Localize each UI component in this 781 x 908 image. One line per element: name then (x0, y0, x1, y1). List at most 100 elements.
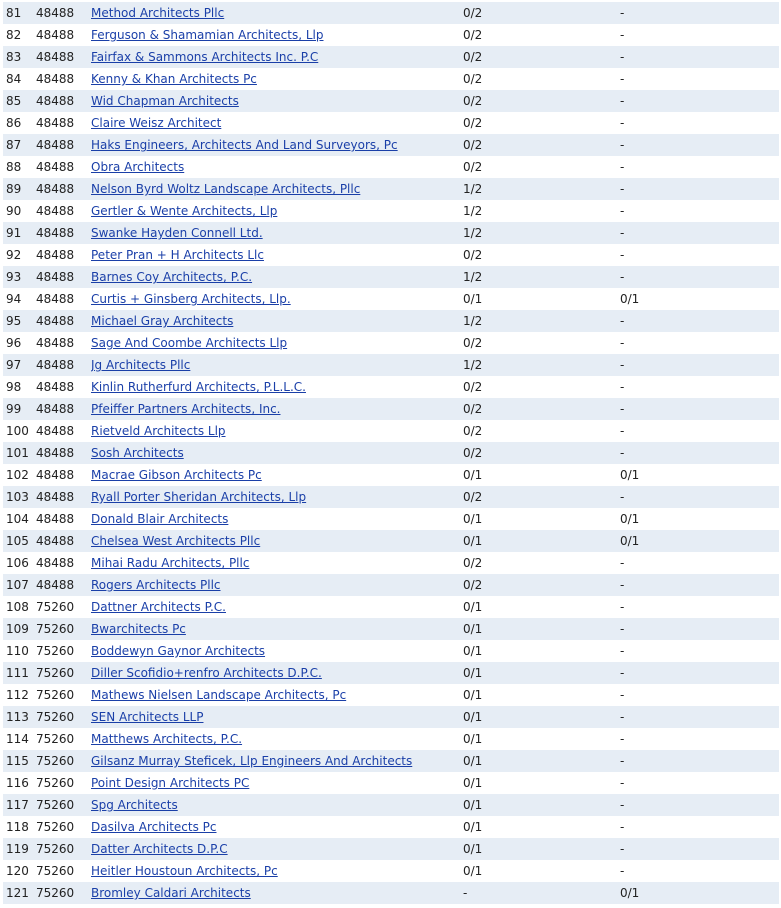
firm-name-link[interactable]: Claire Weisz Architect (91, 116, 221, 130)
row-value-b: - (620, 332, 779, 354)
firm-name-link[interactable]: Mathews Nielsen Landscape Architects, Pc (91, 688, 346, 702)
row-name-cell: Fairfax & Sammons Architects Inc. P.C (91, 46, 463, 68)
firm-name-link[interactable]: Point Design Architects PC (91, 776, 249, 790)
row-code: 48488 (36, 134, 91, 156)
row-code: 75260 (36, 882, 91, 904)
firm-name-link[interactable]: Michael Gray Architects (91, 314, 233, 328)
firm-name-link[interactable]: Ryall Porter Sheridan Architects, Llp (91, 490, 306, 504)
firm-name-link[interactable]: Spg Architects (91, 798, 178, 812)
firm-name-link[interactable]: Sage And Coombe Architects Llp (91, 336, 287, 350)
row-number: 102 (3, 464, 36, 486)
row-name-cell: Donald Blair Architects (91, 508, 463, 530)
row-number: 93 (3, 266, 36, 288)
firm-name-link[interactable]: Kenny & Khan Architects Pc (91, 72, 257, 86)
row-value-a: 0/2 (463, 134, 620, 156)
row-code: 48488 (36, 398, 91, 420)
row-value-a: 1/2 (463, 178, 620, 200)
row-number: 107 (3, 574, 36, 596)
firm-name-link[interactable]: Datter Architects D.P.C (91, 842, 228, 856)
firm-name-link[interactable]: Nelson Byrd Woltz Landscape Architects, … (91, 182, 360, 196)
firm-name-link[interactable]: Pfeiffer Partners Architects, Inc. (91, 402, 281, 416)
row-number: 110 (3, 640, 36, 662)
firm-name-link[interactable]: Haks Engineers, Architects And Land Surv… (91, 138, 398, 152)
firm-name-link[interactable]: Rietveld Architects Llp (91, 424, 226, 438)
firm-name-link[interactable]: Swanke Hayden Connell Ltd. (91, 226, 263, 240)
row-code: 48488 (36, 90, 91, 112)
table-row: 84 48488 Kenny & Khan Architects Pc 0/2 … (3, 68, 779, 90)
row-code: 75260 (36, 750, 91, 772)
row-value-a: 0/2 (463, 376, 620, 398)
row-name-cell: Curtis + Ginsberg Architects, Llp. (91, 288, 463, 310)
row-name-cell: Mathews Nielsen Landscape Architects, Pc (91, 684, 463, 706)
row-number: 104 (3, 508, 36, 530)
firm-name-link[interactable]: Method Architects Pllc (91, 6, 224, 20)
row-value-b: - (620, 112, 779, 134)
firm-name-link[interactable]: Chelsea West Architects Pllc (91, 534, 260, 548)
row-number: 81 (3, 2, 36, 24)
firm-name-link[interactable]: Wid Chapman Architects (91, 94, 239, 108)
row-value-a: 0/1 (463, 684, 620, 706)
table-row: 94 48488 Curtis + Ginsberg Architects, L… (3, 288, 779, 310)
firm-name-link[interactable]: Rogers Architects Pllc (91, 578, 221, 592)
table-row: 92 48488 Peter Pran + H Architects Llc 0… (3, 244, 779, 266)
row-value-b: 0/1 (620, 508, 779, 530)
row-number: 120 (3, 860, 36, 882)
firm-name-link[interactable]: Jg Architects Pllc (91, 358, 190, 372)
row-value-a: 0/1 (463, 618, 620, 640)
row-name-cell: Dasilva Architects Pc (91, 816, 463, 838)
row-code: 75260 (36, 838, 91, 860)
row-value-a: 1/2 (463, 354, 620, 376)
row-value-b: - (620, 794, 779, 816)
row-number: 98 (3, 376, 36, 398)
firm-name-link[interactable]: Diller Scofidio+renfro Architects D.P.C. (91, 666, 322, 680)
row-value-a: 0/2 (463, 486, 620, 508)
row-number: 114 (3, 728, 36, 750)
row-code: 48488 (36, 464, 91, 486)
row-value-b: - (620, 178, 779, 200)
firm-name-link[interactable]: Peter Pran + H Architects Llc (91, 248, 264, 262)
row-value-b: - (620, 860, 779, 882)
row-value-a: 0/2 (463, 90, 620, 112)
row-value-a: 0/1 (463, 860, 620, 882)
row-value-b: - (620, 134, 779, 156)
firm-name-link[interactable]: Dasilva Architects Pc (91, 820, 217, 834)
firm-name-link[interactable]: Curtis + Ginsberg Architects, Llp. (91, 292, 291, 306)
firm-name-link[interactable]: Dattner Architects P.C. (91, 600, 226, 614)
firm-name-link[interactable]: SEN Architects LLP (91, 710, 203, 724)
table-row: 97 48488 Jg Architects Pllc 1/2 - (3, 354, 779, 376)
row-value-b: - (620, 2, 779, 24)
row-value-b: - (620, 486, 779, 508)
row-name-cell: Haks Engineers, Architects And Land Surv… (91, 134, 463, 156)
row-name-cell: Matthews Architects, P.C. (91, 728, 463, 750)
row-value-a: 0/2 (463, 420, 620, 442)
firm-name-link[interactable]: Matthews Architects, P.C. (91, 732, 242, 746)
results-table: 81 48488 Method Architects Pllc 0/2 - 82… (3, 2, 779, 904)
firm-name-link[interactable]: Macrae Gibson Architects Pc (91, 468, 262, 482)
table-row: 90 48488 Gertler & Wente Architects, Llp… (3, 200, 779, 222)
firm-name-link[interactable]: Gilsanz Murray Steficek, Llp Engineers A… (91, 754, 412, 768)
firm-name-link[interactable]: Kinlin Rutherfurd Architects, P.L.L.C. (91, 380, 306, 394)
row-number: 108 (3, 596, 36, 618)
row-name-cell: Ferguson & Shamamian Architects, Llp (91, 24, 463, 46)
firm-name-link[interactable]: Donald Blair Architects (91, 512, 228, 526)
row-value-a: 0/1 (463, 794, 620, 816)
firm-name-link[interactable]: Bwarchitects Pc (91, 622, 186, 636)
firm-name-link[interactable]: Bromley Caldari Architects (91, 886, 251, 900)
row-number: 117 (3, 794, 36, 816)
firm-name-link[interactable]: Ferguson & Shamamian Architects, Llp (91, 28, 324, 42)
row-name-cell: Jg Architects Pllc (91, 354, 463, 376)
row-code: 75260 (36, 596, 91, 618)
firm-name-link[interactable]: Gertler & Wente Architects, Llp (91, 204, 277, 218)
row-value-a: 0/2 (463, 574, 620, 596)
row-value-b: - (620, 662, 779, 684)
row-number: 118 (3, 816, 36, 838)
firm-name-link[interactable]: Fairfax & Sammons Architects Inc. P.C (91, 50, 318, 64)
firm-name-link[interactable]: Barnes Coy Architects, P.C. (91, 270, 252, 284)
firm-name-link[interactable]: Heitler Houstoun Architects, Pc (91, 864, 278, 878)
firm-name-link[interactable]: Boddewyn Gaynor Architects (91, 644, 265, 658)
row-value-a: 1/2 (463, 200, 620, 222)
firm-name-link[interactable]: Obra Architects (91, 160, 184, 174)
table-row: 107 48488 Rogers Architects Pllc 0/2 - (3, 574, 779, 596)
firm-name-link[interactable]: Mihai Radu Architects, Pllc (91, 556, 249, 570)
firm-name-link[interactable]: Sosh Architects (91, 446, 184, 460)
